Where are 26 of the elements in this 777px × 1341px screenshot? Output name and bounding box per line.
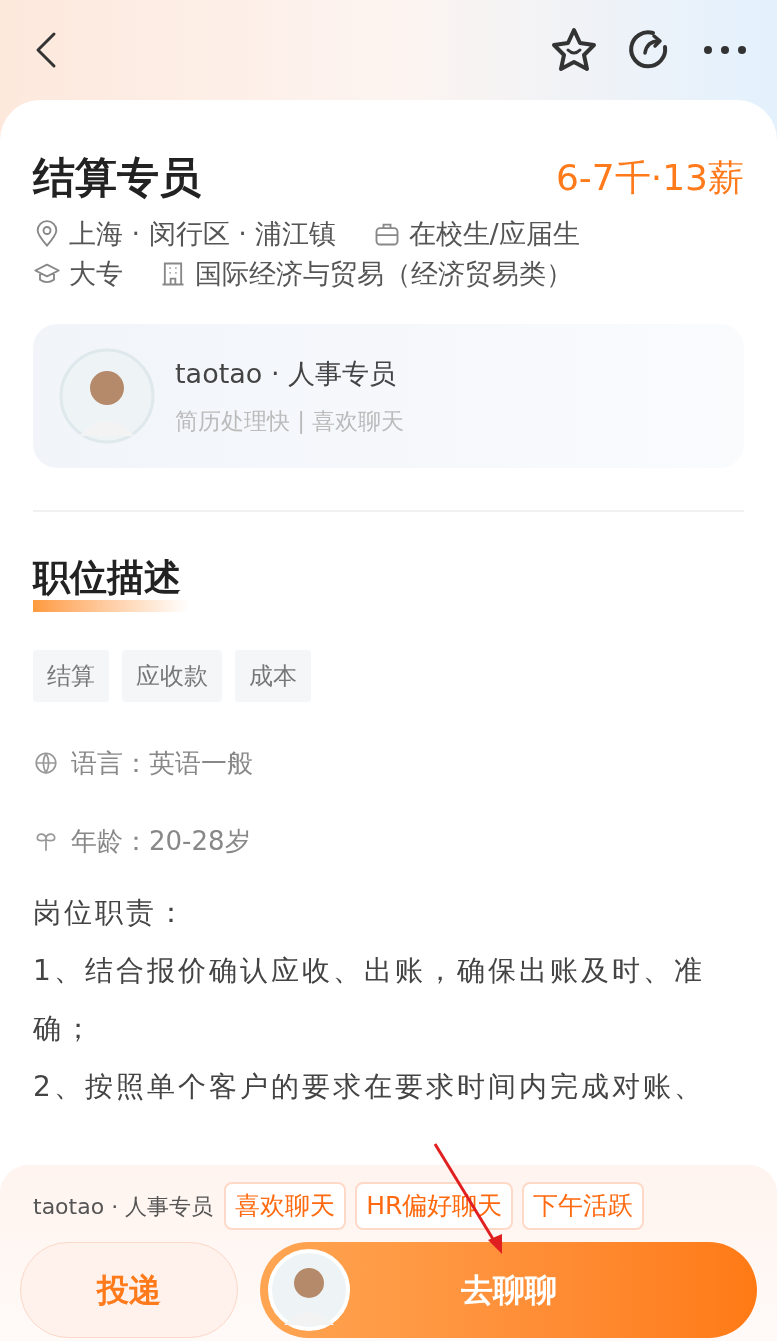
- more-icon[interactable]: [703, 45, 747, 55]
- skill-tag: 成本: [235, 650, 311, 702]
- recruiter-name: taotao · 人事专员: [175, 356, 398, 391]
- requirement-text: 年龄：20-28岁: [71, 824, 251, 858]
- skill-tag: 结算: [33, 650, 109, 702]
- job-detail: 在校生/应届生: [408, 216, 580, 251]
- recruiter-card[interactable]: taotao · 人事专员 简历处理快 | 喜欢聊天: [33, 324, 744, 468]
- star-icon[interactable]: [549, 26, 599, 74]
- recruiter-label: taotao · 人事专员: [33, 1192, 214, 1221]
- skill-tag: 应收款: [122, 650, 222, 702]
- tag: 下午活跃: [522, 1182, 645, 1230]
- job-title: 结算专员: [33, 152, 201, 204]
- salary: 6-7千·13薪: [555, 156, 744, 200]
- globe-icon: [33, 750, 59, 776]
- job-detail: 国际经济与贸易（经济贸易类）: [195, 256, 573, 291]
- duty-text: 岗位职责：: [33, 895, 189, 931]
- duty-text: 1、结合报价确认应收、出账，确保出账及时、准确；: [33, 953, 706, 1047]
- job-detail: 上海 · 闵行区 · 浦江镇: [69, 216, 337, 251]
- tag: 喜欢聊天: [224, 1182, 347, 1230]
- chat-button[interactable]: 去聊聊: [260, 1242, 757, 1338]
- section-heading: 职位描述: [33, 556, 181, 600]
- requirement-text: 语言：英语一般: [71, 746, 253, 780]
- apply-button[interactable]: 投递: [20, 1242, 238, 1338]
- duty-text: 2、按照单个客户的要求在要求时间内完成对账、: [33, 1069, 706, 1105]
- job-detail: 大专: [69, 256, 123, 291]
- recruiter-tagline: 简历处理快 | 喜欢聊天: [175, 407, 405, 436]
